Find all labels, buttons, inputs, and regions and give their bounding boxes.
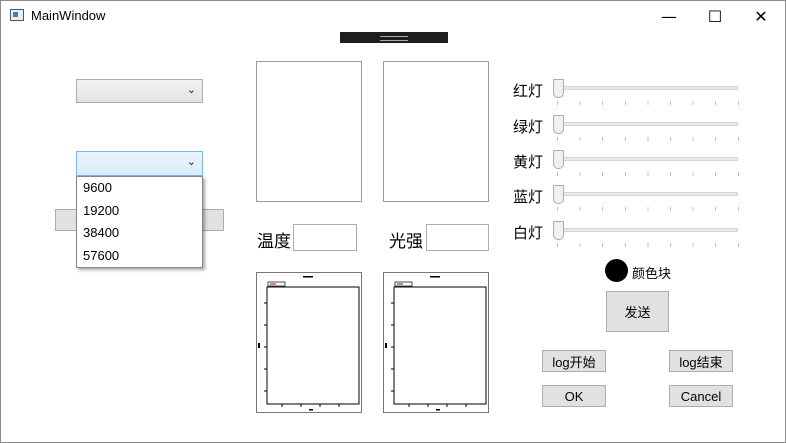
- temperature-input[interactable]: [293, 224, 357, 251]
- temperature-chart-canvas: [258, 276, 360, 411]
- color-block-label: 颜色块: [632, 267, 672, 282]
- light-chart: [383, 272, 489, 413]
- red-light-slider-thumb[interactable]: [553, 79, 564, 98]
- port-combobox[interactable]: ⌄: [76, 79, 203, 103]
- close-button[interactable]: ✕: [738, 1, 784, 32]
- main-window: MainWindow — ☐ ✕ ⌄ ⌄ 9600 19200 38400 57…: [0, 0, 786, 443]
- green-light-label: 绿灯: [513, 118, 544, 136]
- yellow-light-label: 黄灯: [513, 153, 544, 171]
- green-light-slider-thumb[interactable]: [553, 115, 564, 134]
- blue-light-slider-thumb[interactable]: [553, 185, 564, 204]
- log-end-button[interactable]: log结束: [669, 350, 733, 372]
- blue-light-slider-ticks: [557, 207, 739, 211]
- temperature-label: 温度: [257, 232, 291, 252]
- cancel-button[interactable]: Cancel: [669, 385, 733, 407]
- temperature-chart: [256, 272, 362, 413]
- light-input[interactable]: [426, 224, 489, 251]
- minimize-button[interactable]: —: [646, 1, 692, 32]
- color-block-swatch: [605, 259, 628, 282]
- ok-button[interactable]: OK: [542, 385, 606, 407]
- baud-option[interactable]: 9600: [77, 177, 202, 200]
- window-title: MainWindow: [31, 8, 106, 23]
- yellow-light-slider-ticks: [557, 172, 739, 176]
- red-light-label: 红灯: [513, 82, 544, 100]
- baud-dropdown-list[interactable]: 9600 19200 38400 57600: [76, 176, 203, 268]
- green-light-slider-ticks: [557, 137, 739, 141]
- red-light-slider-ticks: [557, 101, 739, 105]
- title-bar[interactable]: MainWindow — ☐ ✕: [1, 1, 785, 32]
- light-display-panel: [383, 61, 489, 202]
- light-label: 光强: [389, 232, 423, 252]
- baud-option[interactable]: 19200: [77, 200, 202, 223]
- drag-handle[interactable]: [340, 32, 448, 43]
- light-chart-canvas: [385, 276, 487, 411]
- temperature-display-panel: [256, 61, 362, 202]
- maximize-button[interactable]: ☐: [692, 1, 738, 32]
- blue-light-label: 蓝灯: [513, 188, 544, 206]
- window-app-icon: [10, 9, 24, 21]
- blue-light-slider-track[interactable]: [554, 192, 738, 196]
- yellow-light-slider-track[interactable]: [554, 157, 738, 161]
- baud-combobox[interactable]: ⌄: [76, 151, 203, 176]
- send-button[interactable]: 发送: [606, 291, 669, 332]
- chevron-down-icon: ⌄: [186, 83, 196, 96]
- white-light-label: 白灯: [513, 224, 544, 242]
- white-light-slider-track[interactable]: [554, 228, 738, 232]
- baud-option[interactable]: 57600: [77, 245, 202, 268]
- chevron-down-icon: ⌄: [186, 155, 196, 168]
- green-light-slider-track[interactable]: [554, 122, 738, 126]
- white-light-slider-ticks: [557, 243, 739, 247]
- log-start-button[interactable]: log开始: [542, 350, 606, 372]
- baud-option[interactable]: 38400: [77, 222, 202, 245]
- red-light-slider-track[interactable]: [554, 86, 738, 90]
- yellow-light-slider-thumb[interactable]: [553, 150, 564, 169]
- white-light-slider-thumb[interactable]: [553, 221, 564, 240]
